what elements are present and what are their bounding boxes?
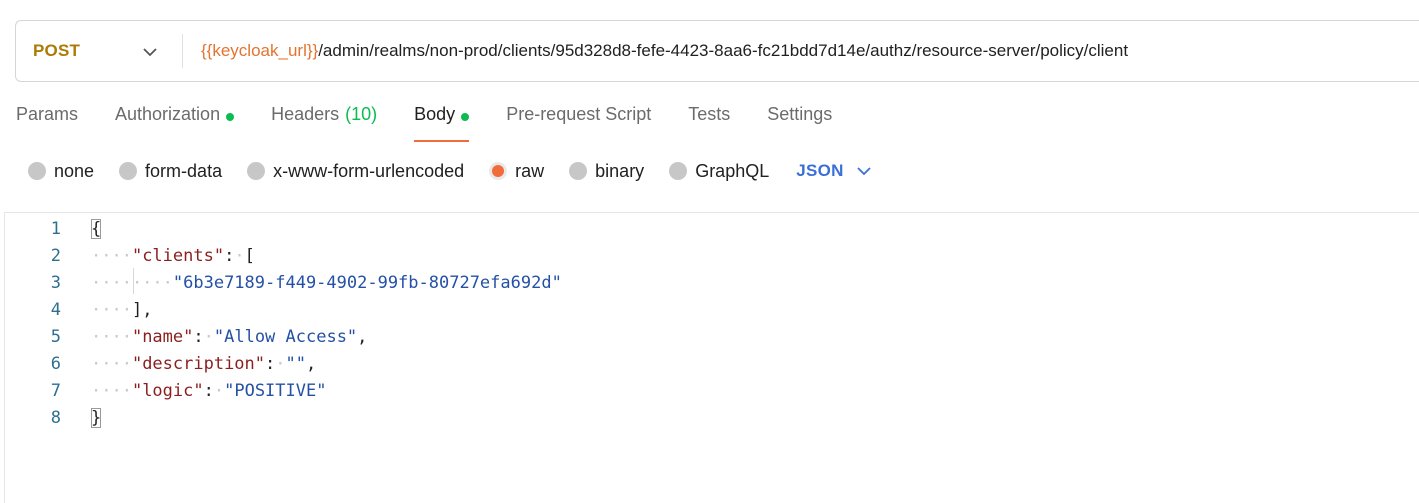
- editor-line: 3 ········"6b3e7189-f449-4902-99fb-80727…: [5, 269, 1419, 296]
- json-key: "name": [131, 326, 194, 347]
- radio-label: binary: [595, 160, 645, 181]
- headers-count: (10): [345, 104, 378, 124]
- code-text: ····"logic":·"POSITIVE": [91, 380, 327, 401]
- editor-line: 7 ····"logic":·"POSITIVE": [5, 377, 1419, 404]
- tab-label: Params: [16, 104, 79, 124]
- body-type-selector: none form-data x-www-form-urlencoded raw…: [28, 160, 872, 182]
- radio-label: form-data: [145, 160, 223, 181]
- tab-settings[interactable]: Settings: [767, 104, 832, 142]
- code-text: ····"name":·"Allow Access",: [91, 326, 368, 347]
- radio-circle-icon: [119, 162, 138, 180]
- status-dot-icon: [226, 113, 235, 121]
- tab-label: Authorization: [115, 104, 221, 124]
- radio-label: GraphQL: [695, 160, 770, 181]
- radio-x-www-form-urlencoded[interactable]: x-www-form-urlencoded: [247, 161, 464, 182]
- tab-label: Pre-request Script: [506, 104, 652, 124]
- radio-raw[interactable]: raw: [489, 161, 544, 182]
- editor-line: 2 ····"clients":·[: [5, 242, 1419, 269]
- radio-circle-icon: [28, 162, 46, 180]
- tab-body[interactable]: Body: [414, 104, 470, 142]
- radio-circle-icon: [247, 162, 266, 180]
- tab-tests[interactable]: Tests: [688, 104, 730, 142]
- editor-line: 4 ····],: [5, 296, 1419, 323]
- editor-line: 5 ····"name":·"Allow Access",: [5, 323, 1419, 350]
- editor-line: 1 {: [5, 215, 1419, 242]
- tab-headers[interactable]: Headers (10): [271, 104, 377, 142]
- code-text: ····"clients":·[: [91, 245, 255, 266]
- line-number: 5: [50, 326, 61, 347]
- line-number: 4: [50, 299, 61, 320]
- request-tabs: Params Authorization Headers (10) Body Pr…: [16, 104, 869, 142]
- method-dropdown[interactable]: POST: [16, 21, 182, 81]
- code-editor[interactable]: 1 { 2 ····"clients":·[ 3 ········"6b3e71…: [4, 212, 1419, 503]
- radio-label: raw: [515, 160, 545, 181]
- line-number: 1: [50, 218, 61, 239]
- chevron-down-icon: [857, 167, 871, 176]
- language-label: JSON: [796, 161, 844, 180]
- tab-authorization[interactable]: Authorization: [115, 104, 235, 142]
- code-text: ········"6b3e7189-f449-4902-99fb-80727ef…: [91, 272, 562, 293]
- line-number: 3: [50, 272, 61, 293]
- json-string: "6b3e7189-f449-4902-99fb-80727efa692d": [172, 272, 562, 293]
- json-string: "": [285, 353, 306, 374]
- url-variable: {{keycloak_url}}: [201, 41, 319, 60]
- json-key: "clients": [131, 245, 225, 266]
- tab-pre-request-script[interactable]: Pre-request Script: [506, 104, 651, 142]
- editor-line: 8 }: [5, 404, 1419, 431]
- radio-binary[interactable]: binary: [569, 161, 644, 182]
- json-key: "description": [131, 353, 266, 374]
- close-brace: }: [91, 407, 102, 428]
- tab-label: Settings: [767, 104, 833, 124]
- open-brace: {: [91, 218, 102, 239]
- url-input[interactable]: {{keycloak_url}}/admin/realms/non-prod/c…: [183, 41, 1128, 61]
- radio-selected-icon: [489, 162, 508, 180]
- radio-none[interactable]: none: [28, 161, 94, 182]
- radio-circle-icon: [569, 162, 588, 180]
- tab-label: Tests: [688, 104, 731, 124]
- method-label: POST: [33, 41, 81, 60]
- code-text: {: [91, 218, 102, 239]
- line-number: 7: [50, 380, 61, 401]
- tab-label: Body: [414, 104, 456, 124]
- status-dot-icon: [461, 113, 470, 121]
- url-path: /admin/realms/non-prod/clients/95d328d8-…: [318, 41, 1129, 60]
- chevron-down-icon: [143, 48, 157, 57]
- indent-guide: [133, 268, 134, 294]
- json-string: "Allow Access": [213, 326, 358, 347]
- json-key: "logic": [131, 380, 204, 401]
- tab-params[interactable]: Params: [16, 104, 78, 142]
- code-text: ····"description":·"",: [91, 353, 317, 374]
- line-number: 6: [50, 353, 61, 374]
- radio-graphql[interactable]: GraphQL: [669, 161, 769, 182]
- line-number: 8: [50, 407, 61, 428]
- code-text: }: [91, 407, 102, 428]
- radio-circle-icon: [669, 162, 688, 180]
- radio-label: x-www-form-urlencoded: [273, 160, 465, 181]
- tab-label: Headers: [271, 104, 340, 124]
- radio-label: none: [54, 160, 95, 181]
- code-text: ····],: [91, 299, 153, 320]
- editor-line: 6 ····"description":·"",: [5, 350, 1419, 377]
- radio-form-data[interactable]: form-data: [119, 161, 222, 182]
- request-url-bar: POST {{keycloak_url}}/admin/realms/non-p…: [15, 20, 1419, 82]
- json-string: "POSITIVE": [224, 380, 327, 401]
- language-dropdown[interactable]: JSON: [796, 161, 872, 181]
- line-number: 2: [50, 245, 61, 266]
